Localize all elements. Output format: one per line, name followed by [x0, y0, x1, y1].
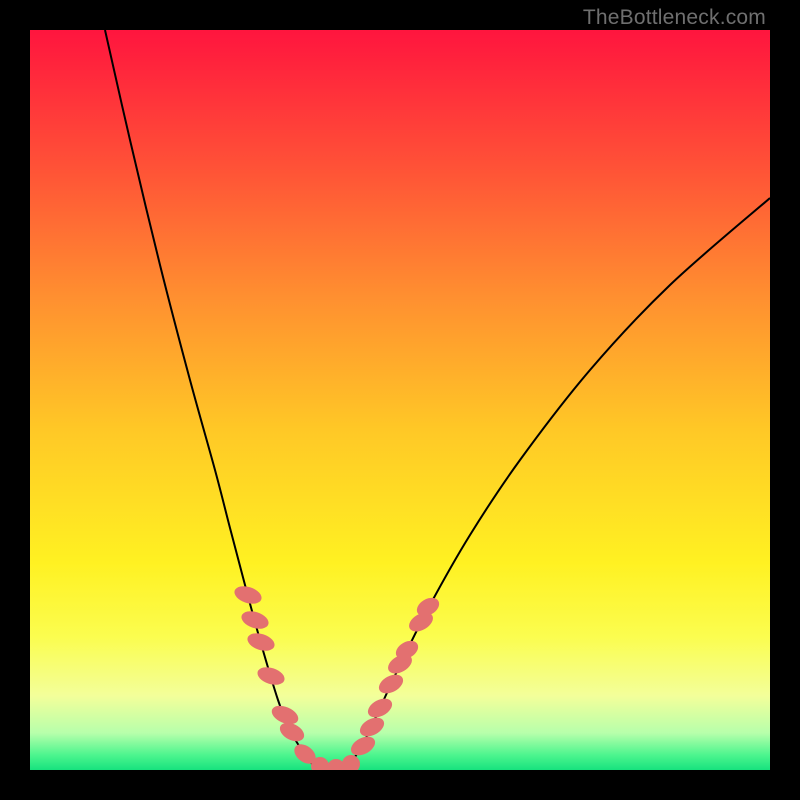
- watermark-text: TheBottleneck.com: [583, 6, 766, 30]
- bead-right-1: [357, 714, 387, 740]
- bead-valley-2: [342, 755, 360, 770]
- bead-left-2: [245, 630, 277, 654]
- chart-plot-area: [30, 30, 770, 770]
- left-curve: [105, 30, 313, 765]
- bead-left-0: [232, 583, 264, 607]
- beads-valley-group: [311, 755, 360, 770]
- bead-right-3: [376, 671, 406, 697]
- bead-left-1: [239, 608, 271, 632]
- bead-right-2: [365, 695, 395, 721]
- beads-left-group: [232, 583, 319, 768]
- chart-svg-overlay: [30, 30, 770, 770]
- right-curve: [350, 198, 770, 765]
- beads-right-group: [348, 594, 443, 759]
- bead-left-3: [255, 664, 287, 688]
